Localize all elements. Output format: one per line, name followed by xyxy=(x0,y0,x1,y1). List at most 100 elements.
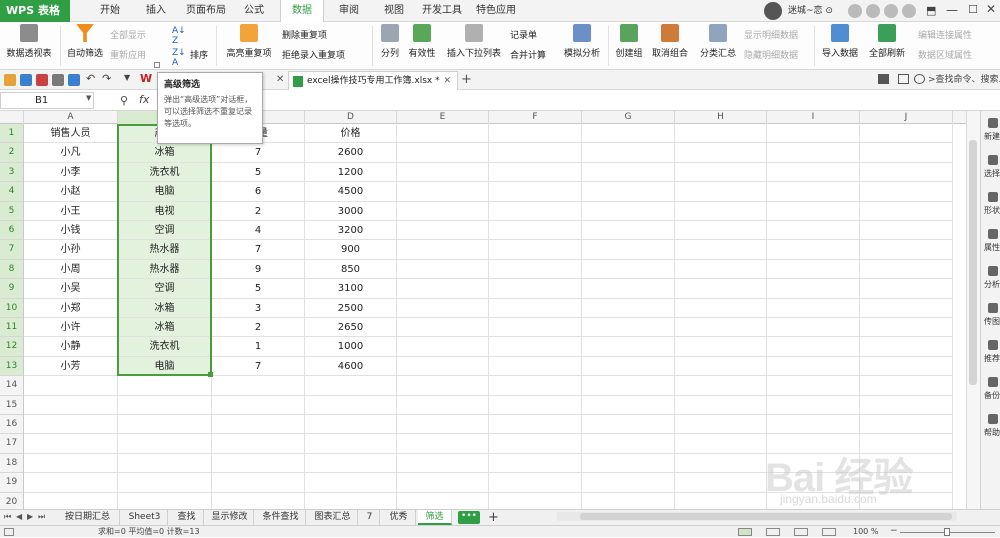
row-header[interactable]: 18 xyxy=(0,453,24,474)
cell[interactable] xyxy=(675,259,767,280)
cell[interactable] xyxy=(212,492,305,509)
cell[interactable] xyxy=(860,279,953,299)
print-icon[interactable] xyxy=(52,74,64,86)
cell[interactable]: 热水器 xyxy=(118,240,212,260)
command-search[interactable]: >查找命令、搜索... xyxy=(928,72,1000,88)
edit-connection-button[interactable]: 编辑连接属性 xyxy=(918,28,972,41)
cell[interactable] xyxy=(767,259,860,280)
tab-home[interactable]: 开始 xyxy=(92,0,128,22)
ungroup-button[interactable]: 取消组合 xyxy=(648,24,692,59)
cell[interactable] xyxy=(767,395,860,415)
cell[interactable]: 洗衣机 xyxy=(118,162,212,183)
column-header[interactable]: J xyxy=(860,111,953,124)
taskpane-label[interactable]: 属性 xyxy=(984,242,1000,253)
cell[interactable] xyxy=(582,162,675,183)
taskpane-label[interactable]: 选择 xyxy=(984,168,1000,179)
row-header[interactable]: 7 xyxy=(0,240,24,260)
cell[interactable] xyxy=(582,143,675,163)
cell[interactable]: 电视 xyxy=(118,201,212,221)
record-form-button[interactable]: 记录单 xyxy=(510,28,537,41)
cell[interactable] xyxy=(860,356,953,377)
cell[interactable] xyxy=(860,221,953,241)
help-icon[interactable] xyxy=(884,4,898,18)
normal-view-icon[interactable] xyxy=(738,528,752,536)
cell[interactable]: 小李 xyxy=(24,162,118,183)
search-icon[interactable] xyxy=(914,74,925,84)
row-header[interactable]: 3 xyxy=(0,162,24,183)
cell[interactable]: 850 xyxy=(305,259,397,280)
cell[interactable]: 2 xyxy=(212,201,305,221)
tab-data[interactable]: 数据 xyxy=(280,0,324,22)
user-name[interactable]: 迷城~恋 ⊙ xyxy=(788,0,850,22)
page-layout-view-icon[interactable] xyxy=(766,528,780,536)
cell[interactable]: 1200 xyxy=(305,162,397,183)
sheet-tab[interactable]: 7 xyxy=(360,510,380,525)
cell[interactable] xyxy=(582,356,675,377)
column-header[interactable]: A xyxy=(24,111,118,124)
sheet-tab[interactable]: 查找 xyxy=(170,510,204,525)
reapply-button[interactable]: 重新应用 xyxy=(110,48,146,61)
cell[interactable] xyxy=(767,318,860,338)
tab-view[interactable]: 视图 xyxy=(378,0,410,22)
cell[interactable] xyxy=(675,415,767,435)
taskpane-icon[interactable] xyxy=(988,155,998,165)
cell[interactable] xyxy=(675,337,767,357)
cell[interactable]: 4500 xyxy=(305,182,397,202)
cell[interactable] xyxy=(489,356,582,377)
cell[interactable] xyxy=(767,298,860,318)
column-header[interactable]: F xyxy=(489,111,582,124)
cell[interactable] xyxy=(118,453,212,474)
cell[interactable] xyxy=(860,337,953,357)
taskpane-label[interactable]: 推荐 xyxy=(984,353,1000,364)
hide-detail-button[interactable]: 隐藏明细数据 xyxy=(744,48,798,61)
cell[interactable] xyxy=(489,376,582,396)
cell[interactable]: 4 xyxy=(212,221,305,241)
fill-handle[interactable] xyxy=(208,372,213,377)
cell[interactable]: 小钱 xyxy=(24,221,118,241)
cell[interactable]: 1 xyxy=(212,337,305,357)
cell[interactable] xyxy=(582,337,675,357)
formula-input[interactable] xyxy=(160,92,998,109)
cell[interactable]: 5 xyxy=(212,279,305,299)
window-icon[interactable] xyxy=(898,74,909,84)
add-tab-icon[interactable]: + xyxy=(461,71,472,89)
cell[interactable] xyxy=(582,201,675,221)
cell[interactable] xyxy=(118,492,212,509)
cell[interactable] xyxy=(118,415,212,435)
row-header[interactable]: 12 xyxy=(0,337,24,357)
skin-icon[interactable] xyxy=(848,4,862,18)
show-detail-button[interactable]: 显示明细数据 xyxy=(744,28,798,41)
cell[interactable]: 2600 xyxy=(305,143,397,163)
column-header[interactable]: H xyxy=(675,111,767,124)
cell[interactable] xyxy=(767,162,860,183)
cell[interactable] xyxy=(675,434,767,454)
cell[interactable] xyxy=(582,492,675,509)
taskpane-icon[interactable] xyxy=(988,414,998,424)
column-header[interactable]: D xyxy=(305,111,397,124)
cell[interactable] xyxy=(860,298,953,318)
cell[interactable]: 4600 xyxy=(305,356,397,377)
tab-page-layout[interactable]: 页面布局 xyxy=(183,0,229,22)
taskpane-label[interactable]: 帮助 xyxy=(984,427,1000,438)
cell[interactable] xyxy=(860,259,953,280)
avatar[interactable] xyxy=(764,2,782,20)
cell[interactable] xyxy=(675,492,767,509)
sheet-tab[interactable]: 条件查找 xyxy=(256,510,306,525)
taskpane-icon[interactable] xyxy=(988,229,998,239)
row-header[interactable]: 9 xyxy=(0,279,24,299)
taskpane-icon[interactable] xyxy=(988,266,998,276)
cell[interactable]: 5 xyxy=(212,162,305,183)
close-tab-icon[interactable]: ✕ xyxy=(276,74,284,85)
cell[interactable]: 6 xyxy=(212,182,305,202)
cell[interactable] xyxy=(860,415,953,435)
cell[interactable] xyxy=(118,434,212,454)
cell[interactable]: 2 xyxy=(212,318,305,338)
cell[interactable] xyxy=(397,492,489,509)
cell[interactable] xyxy=(860,162,953,183)
highlight-duplicates-button[interactable]: 高亮重复项 xyxy=(220,24,278,59)
cell[interactable] xyxy=(675,279,767,299)
cell[interactable] xyxy=(212,453,305,474)
cell[interactable]: 洗衣机 xyxy=(118,337,212,357)
row-header[interactable]: 2 xyxy=(0,143,24,163)
row-header[interactable]: 10 xyxy=(0,298,24,318)
